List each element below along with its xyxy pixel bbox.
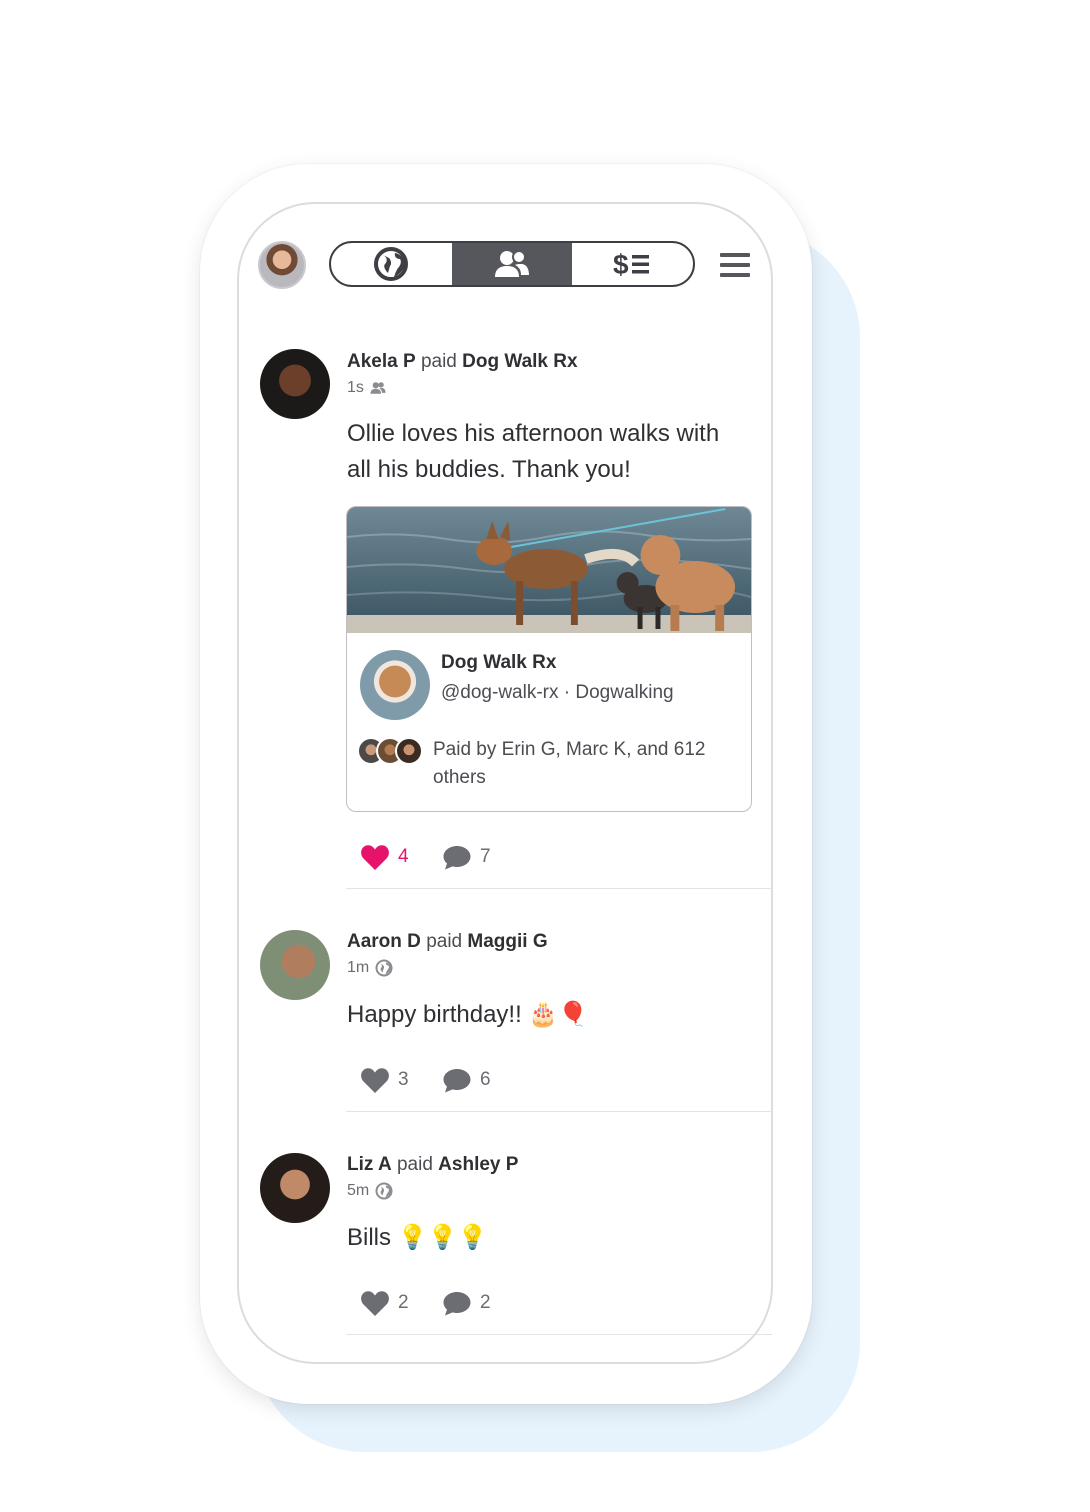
avatar [395,737,423,765]
tab-friends[interactable] [451,243,573,285]
heart-icon [361,1068,389,1093]
comment-button[interactable]: 2 [442,1289,491,1317]
payer-name[interactable]: Aaron D [347,931,421,952]
globe-icon [375,959,393,977]
paid-by-summary[interactable]: Paid by Erin G, Marc K, and 612 others [433,736,733,792]
hamburger-menu-icon[interactable] [720,253,750,277]
payee-name[interactable]: Ashley P [438,1154,518,1175]
post-message: Happy birthday!! 🎂🎈 [347,1001,589,1028]
like-count: 4 [398,846,409,867]
post-header: Aaron D paid Maggii G [347,931,548,953]
payer-avatars-stack [357,737,423,765]
post-header: Liz A paid Ashley P [347,1154,518,1176]
comment-bubble-icon [443,846,471,870]
post-divider [346,1334,772,1335]
business-handle-category: @dog-walk-rx · Dogwalking [441,682,674,703]
comment-bubble-icon [443,1069,471,1093]
post-divider [346,1111,772,1112]
post-meta: 1s [347,379,386,397]
timestamp: 1s [347,379,364,396]
comment-button[interactable]: 6 [442,1066,491,1094]
friends-icon [495,250,529,277]
avatar[interactable] [260,930,330,1000]
comment-button[interactable]: 7 [442,843,491,871]
business-name[interactable]: Dog Walk Rx [441,652,556,674]
globe-icon [375,1182,393,1200]
friends-icon [370,382,386,394]
post-meta: 5m [347,1182,393,1200]
avatar[interactable] [260,1153,330,1223]
post-header: Akela P paid Dog Walk Rx [347,351,578,373]
like-button[interactable]: 2 [360,1289,409,1317]
svg-text:$: $ [613,249,629,280]
comment-count: 2 [480,1292,491,1313]
like-count: 3 [398,1069,409,1090]
heart-icon [361,845,389,870]
payee-name[interactable]: Dog Walk Rx [462,351,577,372]
post-divider [346,888,772,889]
globe-icon [374,247,409,281]
dogs-walking-photo [347,507,751,633]
post-message: Ollie loves his afternoon walks with all… [347,420,720,483]
feed-filter-segmented-control: $ [329,241,695,287]
post-meta: 1m [347,959,393,977]
payment-verb: paid [396,1154,433,1175]
comment-bubble-icon [443,1292,471,1316]
payment-verb: paid [426,931,463,952]
business-avatar[interactable] [360,650,430,720]
tab-transactions[interactable]: $ [572,243,693,285]
timestamp: 5m [347,1182,370,1199]
comment-count: 7 [480,846,491,867]
tab-public[interactable] [331,243,452,285]
like-button[interactable]: 3 [360,1066,409,1094]
payee-name[interactable]: Maggii G [467,931,547,952]
my-profile-avatar[interactable] [258,241,306,289]
avatar[interactable] [260,349,330,419]
like-button[interactable]: 4 [360,843,409,871]
dollar-list-icon: $ [613,249,649,280]
comment-count: 6 [480,1069,491,1090]
timestamp: 1m [347,959,370,976]
heart-icon [361,1291,389,1316]
payment-verb: paid [420,351,457,372]
post-message: Bills 💡💡💡 [347,1224,488,1251]
payer-name[interactable]: Akela P [347,351,416,372]
payer-name[interactable]: Liz A [347,1154,392,1175]
like-count: 2 [398,1292,409,1313]
